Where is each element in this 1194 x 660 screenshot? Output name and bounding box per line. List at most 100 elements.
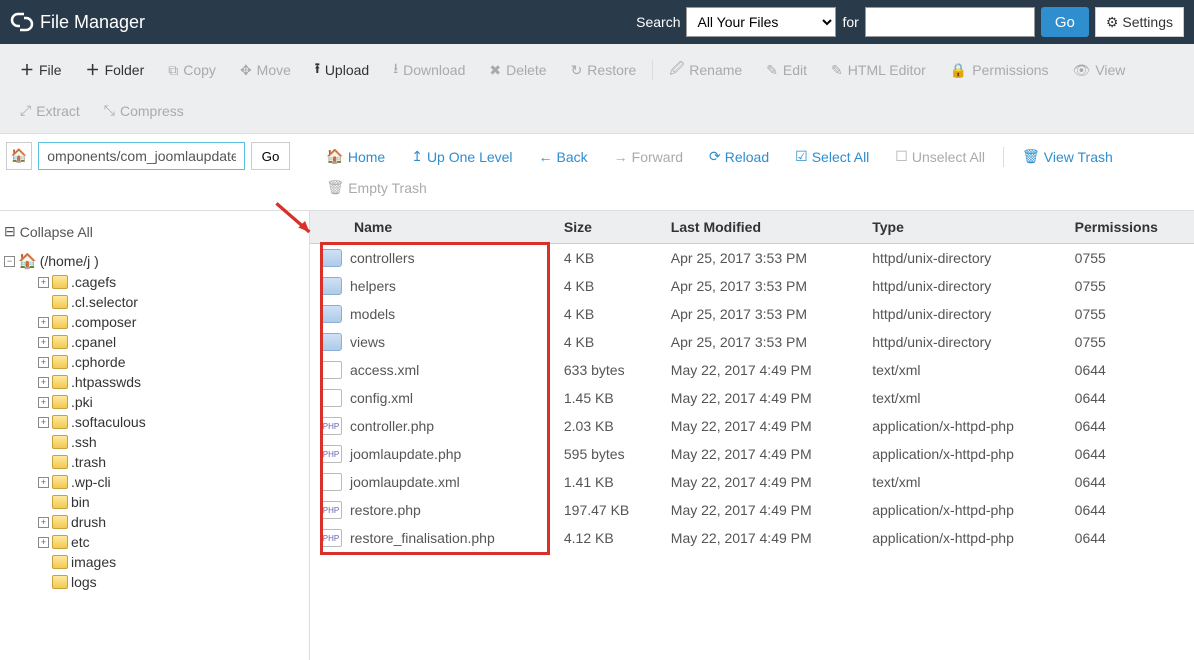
view-button[interactable]: 👁View — [1061, 50, 1138, 90]
nav-select-all-button[interactable]: ☑Select All — [783, 142, 881, 171]
expand-icon[interactable]: + — [38, 337, 49, 348]
tree-item[interactable]: .trash — [38, 454, 305, 470]
divider — [1003, 147, 1004, 167]
xml-file-icon — [320, 389, 342, 407]
table-row[interactable]: models4 KBApr 25, 2017 3:53 PMhttpd/unix… — [310, 300, 1194, 328]
tree-item[interactable]: logs — [38, 574, 305, 590]
for-label: for — [842, 14, 858, 30]
settings-button[interactable]: ⚙Settings — [1095, 7, 1184, 37]
home-icon: 🏠 — [18, 252, 37, 270]
tree-item[interactable]: +.softaculous — [38, 414, 305, 430]
compress-button[interactable]: ⤡Compress — [92, 94, 196, 127]
expand-icon[interactable]: + — [38, 277, 49, 288]
nav-forward-button[interactable]: →Forward — [602, 143, 695, 171]
nav-up-button[interactable]: ↥Up One Level — [399, 142, 524, 171]
tree-item[interactable]: + .htpasswds — [38, 374, 305, 390]
search-go-button[interactable]: Go — [1041, 7, 1089, 37]
tree-item[interactable]: +.cpanel — [38, 334, 305, 350]
col-modified[interactable]: Last Modified — [661, 211, 862, 244]
tree-item[interactable]: +etc — [38, 534, 305, 550]
file-type: application/x-httpd-php — [862, 412, 1064, 440]
trash-icon: 🗑 — [1022, 148, 1040, 165]
search-input[interactable] — [865, 7, 1035, 37]
trash-icon: 🗑 — [326, 179, 344, 196]
expand-icon[interactable]: + — [38, 377, 49, 388]
php-file-icon: PHP — [320, 529, 342, 547]
collapse-icon[interactable]: − — [4, 256, 15, 267]
nav-home-button[interactable]: 🏠Home — [314, 142, 397, 171]
upload-button[interactable]: ⭱Upload — [303, 50, 381, 90]
path-go-button[interactable]: Go — [251, 142, 291, 170]
app-header: File Manager Search All Your Files for G… — [0, 0, 1194, 44]
copy-button[interactable]: ⧉Copy — [156, 50, 228, 90]
home-icon: 🏠 — [11, 148, 28, 164]
table-row[interactable]: controllers4 KBApr 25, 2017 3:53 PMhttpd… — [310, 244, 1194, 273]
extract-button[interactable]: ⤢Extract — [8, 94, 92, 127]
expand-icon[interactable]: + — [38, 317, 49, 328]
delete-button[interactable]: ✖Delete — [477, 50, 558, 90]
expand-icon[interactable]: + — [38, 417, 49, 428]
tree-item[interactable]: +drush — [38, 514, 305, 530]
file-modified: May 22, 2017 4:49 PM — [661, 524, 862, 552]
expand-icon[interactable]: + — [38, 357, 49, 368]
tree-item-label: .htpasswds — [71, 374, 141, 390]
table-row[interactable]: helpers4 KBApr 25, 2017 3:53 PMhttpd/uni… — [310, 272, 1194, 300]
table-row[interactable]: PHPrestore_finalisation.php4.12 KBMay 22… — [310, 524, 1194, 552]
nav-home-icon-button[interactable]: 🏠 — [6, 142, 32, 170]
nav-reload-button[interactable]: ⟳Reload — [697, 142, 781, 171]
nav-back-button[interactable]: ←Back — [527, 143, 600, 171]
tree-item[interactable]: images — [38, 554, 305, 570]
move-button[interactable]: ✥Move — [228, 50, 303, 90]
edit-button[interactable]: ✎Edit — [754, 50, 819, 90]
expand-icon[interactable]: + — [38, 397, 49, 408]
tree-item[interactable]: bin — [38, 494, 305, 510]
collapse-all-button[interactable]: ⊟Collapse All — [4, 219, 305, 250]
expand-icon[interactable]: + — [38, 477, 49, 488]
tree-root-label: (/home/j ) — [40, 253, 99, 269]
table-row[interactable]: access.xml633 bytesMay 22, 2017 4:49 PMt… — [310, 356, 1194, 384]
table-row[interactable]: PHPcontroller.php2.03 KBMay 22, 2017 4:4… — [310, 412, 1194, 440]
col-size[interactable]: Size — [554, 211, 661, 244]
expand-icon[interactable]: + — [38, 537, 49, 548]
folder-tree: −🏠(/home/j ) +.cagefs .cl.selector +.compo… — [4, 250, 305, 592]
tree-root[interactable]: −🏠(/home/j ) — [4, 252, 305, 270]
search-scope-select[interactable]: All Your Files — [686, 7, 836, 37]
file-type: application/x-httpd-php — [862, 496, 1064, 524]
tree-item[interactable]: .ssh — [38, 434, 305, 450]
tree-item[interactable]: +.composer — [38, 314, 305, 330]
nav-unselect-all-button[interactable]: ☐Unselect All — [883, 142, 997, 171]
tree-item[interactable]: +.wp-cli — [38, 474, 305, 490]
file-modified: May 22, 2017 4:49 PM — [661, 356, 862, 384]
tree-item[interactable]: +.cagefs — [38, 274, 305, 290]
restore-button[interactable]: ↻Restore — [559, 50, 649, 90]
file-size: 197.47 KB — [554, 496, 661, 524]
col-type[interactable]: Type — [862, 211, 1064, 244]
folder-icon — [320, 333, 342, 351]
nav-empty-trash-button[interactable]: 🗑Empty Trash — [314, 173, 438, 202]
file-type: httpd/unix-directory — [862, 272, 1064, 300]
tree-item[interactable]: + .pki — [38, 394, 305, 410]
table-row[interactable]: PHPjoomlaupdate.php595 bytesMay 22, 2017… — [310, 440, 1194, 468]
tree-item[interactable]: +.cphorde — [38, 354, 305, 370]
file-button[interactable]: ＋File — [8, 50, 74, 90]
folder-button[interactable]: ＋Folder — [74, 50, 157, 90]
folder-icon — [52, 415, 68, 429]
tree-item[interactable]: .cl.selector — [38, 294, 305, 310]
permissions-button[interactable]: 🔒Permissions — [938, 50, 1061, 90]
table-row[interactable]: config.xml1.45 KBMay 22, 2017 4:49 PMtex… — [310, 384, 1194, 412]
download-button[interactable]: ⭳Download — [381, 50, 477, 90]
table-row[interactable]: PHPrestore.php197.47 KBMay 22, 2017 4:49… — [310, 496, 1194, 524]
col-perms[interactable]: Permissions — [1065, 211, 1194, 244]
html-editor-button[interactable]: ✎HTML Editor — [819, 50, 938, 90]
folder-icon — [320, 249, 342, 267]
col-name[interactable]: Name — [310, 211, 554, 244]
path-input[interactable] — [38, 142, 244, 170]
file-name: helpers — [350, 278, 396, 294]
rename-button[interactable]: 🖉Rename — [657, 50, 754, 90]
tree-item-label: .pki — [71, 394, 93, 410]
expand-icon[interactable]: + — [38, 517, 49, 528]
table-row[interactable]: views4 KBApr 25, 2017 3:53 PMhttpd/unix-… — [310, 328, 1194, 356]
table-row[interactable]: joomlaupdate.xml1.41 KBMay 22, 2017 4:49… — [310, 468, 1194, 496]
edit-icon: ✎ — [766, 62, 778, 79]
nav-view-trash-button[interactable]: 🗑View Trash — [1010, 142, 1125, 171]
